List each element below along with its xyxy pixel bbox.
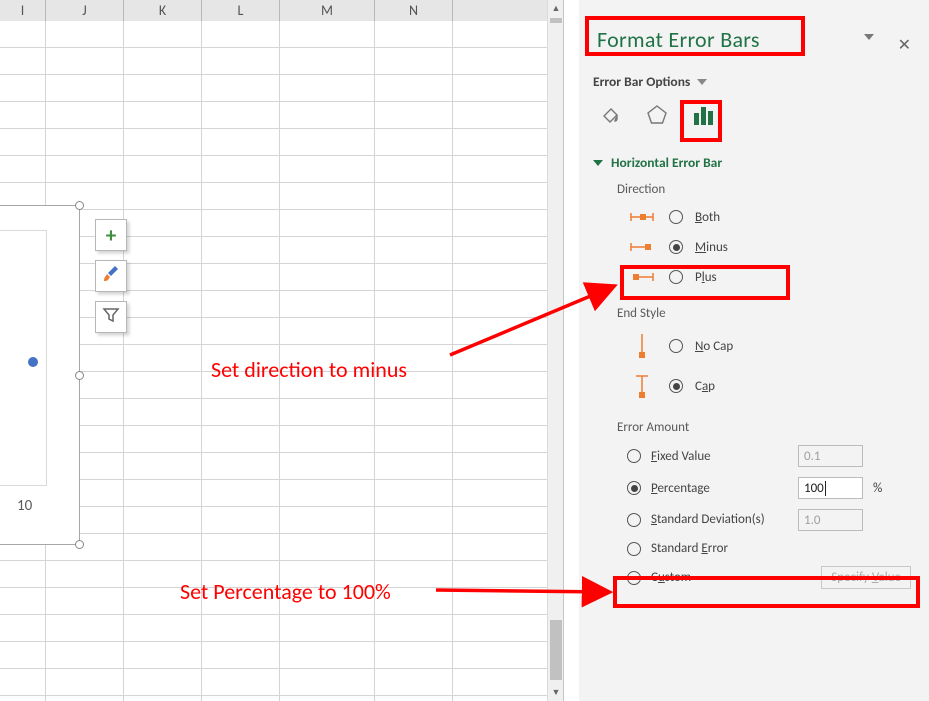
direction-minus-option[interactable]: Minus <box>579 232 929 262</box>
scroll-thumb-top[interactable] <box>550 18 562 23</box>
error-bar-options-label: Error Bar Options <box>593 73 690 90</box>
amount-fixed-label: Fixed Value <box>651 449 788 464</box>
radio-stddev[interactable] <box>627 513 641 527</box>
chart-elements-button[interactable]: + <box>95 219 127 251</box>
amount-stderr-option[interactable]: Standard Error <box>579 536 929 561</box>
radio-percentage[interactable] <box>627 481 641 495</box>
endstyle-group-label: End Style <box>579 292 929 326</box>
amount-stddev-value[interactable]: 1.0 <box>798 509 863 531</box>
amount-percentage-option[interactable]: Percentage 100 % <box>579 472 929 504</box>
chevron-down-icon <box>697 79 707 85</box>
radio-nocap[interactable] <box>669 339 683 353</box>
endstyle-cap-label: Cap <box>695 379 715 394</box>
vertical-scrollbar[interactable]: ▲ ▼ <box>547 0 563 701</box>
plot-area[interactable] <box>0 230 47 486</box>
collapse-triangle-icon <box>593 160 603 166</box>
radio-both[interactable] <box>669 210 683 224</box>
direction-both-option[interactable]: Both <box>579 202 929 232</box>
data-point[interactable] <box>28 357 38 367</box>
direction-both-label: Both <box>695 210 720 225</box>
cells-grid[interactable] <box>0 21 548 701</box>
minus-icon <box>627 238 657 256</box>
amount-stddev-label: Standard Deviation(s) <box>651 513 788 527</box>
scroll-thumb[interactable] <box>550 620 562 680</box>
column-headers[interactable]: IJKLMN <box>0 0 563 21</box>
plus-icon: + <box>106 222 116 248</box>
amount-group-label: Error Amount <box>579 406 929 440</box>
endstyle-nocap-option[interactable]: No Cap <box>579 326 929 366</box>
radio-cap[interactable] <box>669 379 683 393</box>
endstyle-cap-option[interactable]: Cap <box>579 366 929 406</box>
column-header-I[interactable]: I <box>0 0 46 21</box>
chart-object[interactable]: 10 <box>0 205 80 545</box>
section-title: Horizontal Error Bar <box>611 154 722 171</box>
bucket-icon <box>598 103 622 131</box>
pentagon-icon <box>645 103 669 131</box>
amount-percentage-label: Percentage <box>651 481 788 496</box>
endstyle-nocap-label: No Cap <box>695 339 733 354</box>
scroll-up-arrow[interactable]: ▲ <box>548 0 564 17</box>
amount-stderr-label: Standard Error <box>651 541 788 556</box>
bar-chart-icon <box>691 103 717 131</box>
nocap-icon <box>627 332 657 360</box>
resize-handle-ne[interactable] <box>75 201 84 210</box>
amount-percentage-value[interactable]: 100 <box>798 477 863 499</box>
direction-plus-label: Plus <box>695 270 717 285</box>
amount-percentage-suffix: % <box>873 481 911 496</box>
amount-custom-option[interactable]: Custom Specify Value <box>579 561 929 594</box>
column-header-N[interactable]: N <box>375 0 453 21</box>
column-header-M[interactable]: M <box>280 0 375 21</box>
radio-fixed[interactable] <box>627 449 641 463</box>
amount-fixed-value[interactable]: 0.1 <box>798 445 863 467</box>
column-header-L[interactable]: L <box>202 0 280 21</box>
pane-title: Format Error Bars <box>593 22 770 57</box>
radio-stderr[interactable] <box>627 542 641 556</box>
amount-stddev-option[interactable]: Standard Deviation(s) 1.0 <box>579 504 929 536</box>
format-error-bars-pane: ✕ Format Error Bars Error Bar Options <box>579 0 929 701</box>
bar-options-tab[interactable] <box>687 100 721 134</box>
column-header-J[interactable]: J <box>46 0 124 21</box>
radio-plus[interactable] <box>669 270 683 284</box>
amount-fixed-option[interactable]: Fixed Value 0.1 <box>579 440 929 472</box>
scroll-down-arrow[interactable]: ▼ <box>548 684 564 701</box>
direction-group-label: Direction <box>579 177 929 202</box>
format-tabs <box>579 98 929 144</box>
amount-custom-label: Custom <box>651 570 811 585</box>
resize-handle-e[interactable] <box>75 371 84 380</box>
axis-tick-label: 10 <box>17 497 32 515</box>
error-bar-options-dropdown[interactable]: Error Bar Options <box>579 67 929 98</box>
radio-minus[interactable] <box>669 240 683 254</box>
chart-filter-button[interactable] <box>95 301 127 333</box>
plus-direction-icon <box>627 268 657 286</box>
funnel-icon <box>102 306 120 328</box>
chart-side-buttons: + <box>95 219 127 333</box>
radio-custom[interactable] <box>627 571 641 585</box>
chart-styles-button[interactable] <box>95 260 127 292</box>
direction-plus-option[interactable]: Plus <box>579 262 929 292</box>
direction-minus-label: Minus <box>695 240 728 255</box>
pane-title-dropdown[interactable] <box>864 34 874 40</box>
horizontal-error-bar-section[interactable]: Horizontal Error Bar <box>579 144 929 177</box>
specify-value-button[interactable]: Specify Value <box>821 566 911 589</box>
spreadsheet[interactable]: IJKLMN ▲ ▼ <box>0 0 564 701</box>
cap-icon <box>627 372 657 400</box>
fill-line-tab[interactable] <box>593 100 627 134</box>
effects-tab[interactable] <box>640 100 674 134</box>
brush-icon <box>101 264 121 288</box>
resize-handle-se[interactable] <box>75 540 84 549</box>
both-icon <box>627 208 657 226</box>
column-header-K[interactable]: K <box>124 0 202 21</box>
